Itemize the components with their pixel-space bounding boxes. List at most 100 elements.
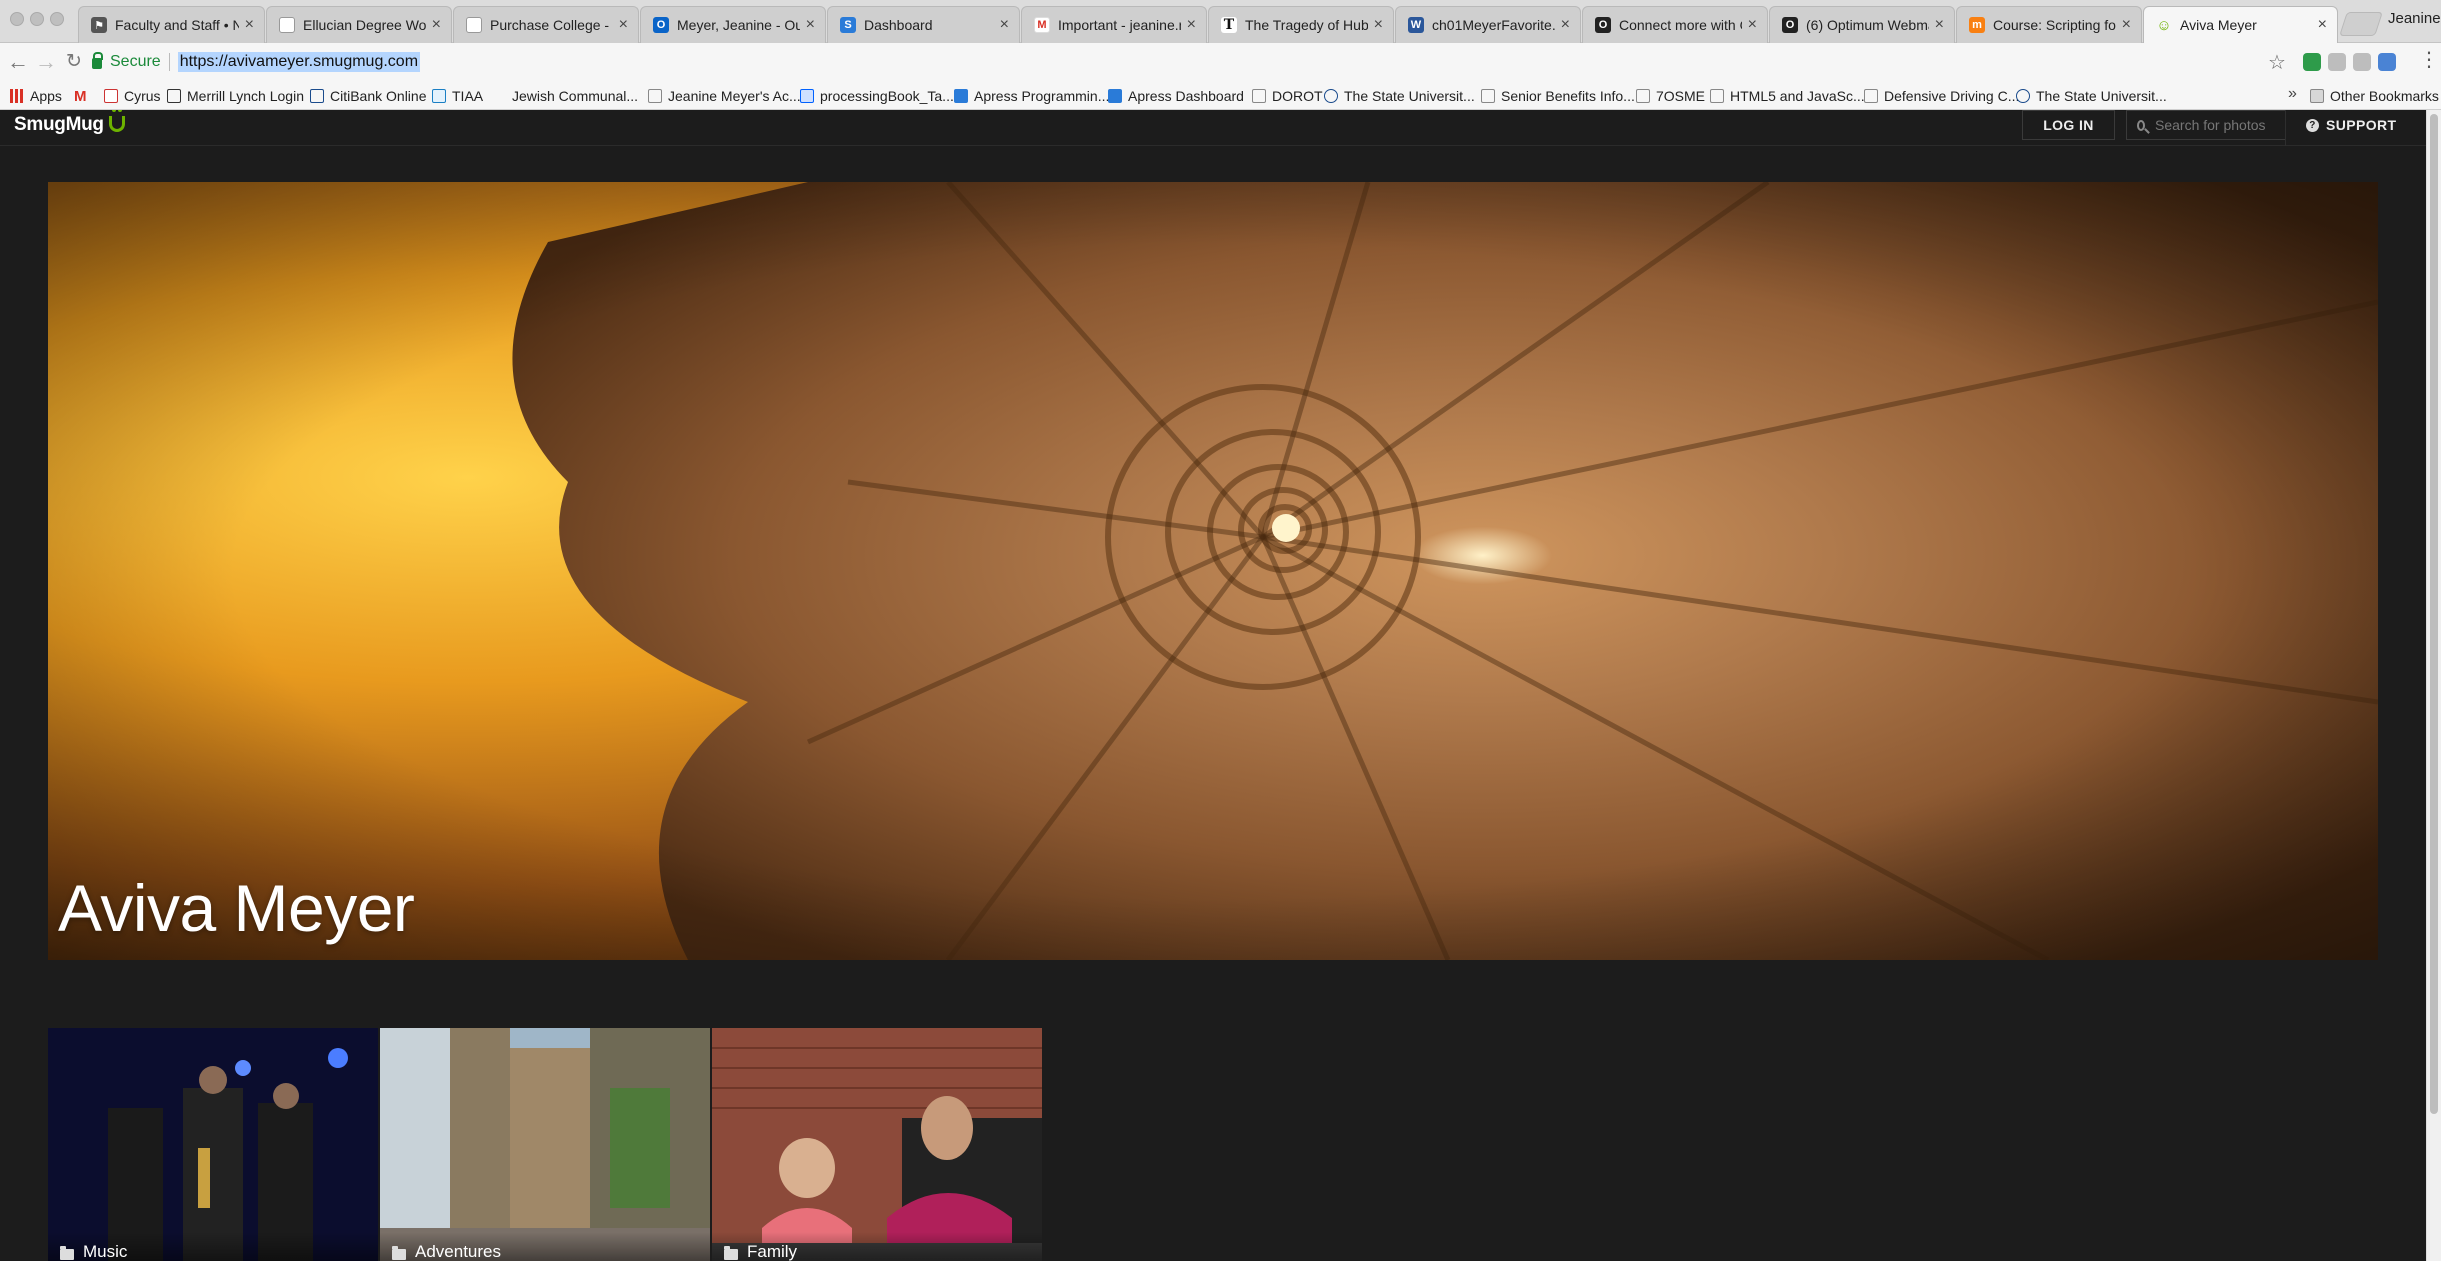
support-link[interactable]: ? SUPPORT [2306,110,2396,140]
tab-close-icon[interactable]: × [806,16,815,34]
bookmark-item[interactable]: The State Universit... [2016,86,2167,106]
tab-close-icon[interactable]: × [1187,16,1196,34]
folder-icon [2310,89,2324,103]
adventures-thumbnail [380,1028,710,1261]
browser-tab[interactable]: m Course: Scripting for the × [1956,6,2142,43]
profile-name[interactable]: Jeanine [2388,10,2441,27]
tab-close-icon[interactable]: × [2318,16,2327,34]
bookmark-item[interactable]: Defensive Driving C... [1864,86,2019,106]
family-thumbnail [712,1028,1042,1261]
tab-title: Connect more with Opt [1619,17,1742,33]
tab-title: Meyer, Jeanine - Outlook [677,17,800,33]
browser-tab[interactable]: S Dashboard × [827,6,1020,43]
browser-tab[interactable]: O (6) Optimum Webmail × [1769,6,1955,43]
extension-icon[interactable] [2353,53,2371,71]
bookmark-star-icon[interactable]: ☆ [2268,50,2286,75]
tab-close-icon[interactable]: × [1748,16,1757,34]
other-bookmarks[interactable]: Other Bookmarks [2310,86,2439,106]
bookmark-item[interactable]: CitiBank Online [310,86,427,106]
tab-close-icon[interactable]: × [1374,16,1383,34]
browser-menu-icon[interactable]: ⋮ [2419,47,2439,72]
tab-close-icon[interactable]: × [1935,16,1944,34]
bookmark-label: Other Bookmarks [2330,88,2439,104]
forward-arrow-icon[interactable]: → [34,49,58,75]
lock-icon [92,52,103,69]
tab-title: Purchase College - SUN [490,17,613,33]
tab-title: Faculty and Staff • New [115,17,239,33]
scrollbar-thumb[interactable] [2430,114,2438,1114]
bookmark-item[interactable]: The State Universit... [1324,86,1475,106]
bookmark-item[interactable]: DOROT [1252,86,1323,106]
browser-tab[interactable]: O Meyer, Jeanine - Outlook × [640,6,826,43]
tab-close-icon[interactable]: × [245,16,254,34]
bookmark-label: 7OSME [1656,88,1706,104]
browser-tab[interactable]: Purchase College - SUN × [453,6,639,43]
bookmark-item[interactable]: Apps [10,86,62,106]
window-zoom-button[interactable] [50,12,64,26]
browser-tab[interactable]: O Connect more with Opt × [1582,6,1768,43]
gallery-tile-adventures[interactable]: Adventures [380,1028,710,1261]
browser-tab[interactable]: ⚑ Faculty and Staff • New × [78,6,265,43]
tab-close-icon[interactable]: × [2122,16,2131,34]
help-icon: ? [2306,118,2319,132]
tab-title: Course: Scripting for the [1993,17,2116,33]
bookmark-item[interactable]: processingBook_Ta... [800,86,954,106]
folder-icon [60,1246,74,1260]
bookmark-item[interactable]: M [74,86,87,106]
word-icon: W [1408,17,1424,33]
gallery-tile-family[interactable]: Family [712,1028,1042,1261]
gallery-caption: Family [712,1232,1042,1261]
tab-close-icon[interactable]: × [432,16,441,34]
address-bar[interactable]: Secure https://avivameyer.smugmug.com [92,48,2277,75]
reload-icon[interactable]: ↻ [62,49,86,75]
bookmark-label: HTML5 and JavaSc... [1730,88,1865,104]
bookmark-item[interactable]: 7OSME [1636,86,1705,106]
apps-grid-icon [10,89,24,103]
s-icon: S [840,17,856,33]
bookmark-item[interactable]: Apress Programmin... [954,86,1109,106]
gallery-label: Adventures [415,1242,501,1261]
search-input[interactable] [2155,117,2285,133]
bookmark-item[interactable]: TIAA [432,86,483,106]
folder-icon [724,1246,738,1260]
doc-icon [648,89,662,103]
bookmark-item[interactable]: Cyrus [104,86,161,106]
tab-close-icon[interactable]: × [1000,16,1009,34]
browser-tab-active[interactable]: ☺ Aviva Meyer × [2143,6,2338,43]
gallery-tile-music[interactable]: Music [48,1028,378,1261]
page-scrollbar[interactable] [2426,110,2441,1261]
doc-icon [1636,89,1650,103]
bookmark-item[interactable]: Apress Dashboard [1108,86,1244,106]
tab-close-icon[interactable]: × [619,16,628,34]
flag-icon: ⚑ [91,17,107,33]
browser-tab[interactable]: M Important - jeanine.mey × [1021,6,1207,43]
tab-close-icon[interactable]: × [1561,16,1570,34]
doc-icon [1864,89,1878,103]
login-button[interactable]: LOG IN [2022,110,2115,140]
bookmark-item[interactable]: Jeanine Meyer's Ac... [648,86,801,106]
bookmark-item[interactable]: Jewish Communal... [492,86,638,106]
support-label: SUPPORT [2326,117,2397,133]
smugmug-logo[interactable]: SmugMug [14,110,125,140]
bookmark-item[interactable]: Senior Benefits Info... [1481,86,1635,106]
extension-icon[interactable] [2328,53,2346,71]
optimum-icon: O [1782,17,1798,33]
extension-icon[interactable] [2378,53,2396,71]
more-bookmarks-chevron-icon[interactable]: » [2288,85,2297,103]
photo-search[interactable] [2126,110,2286,140]
browser-tab[interactable]: Ellucian Degree Works × [266,6,452,43]
nyt-icon: T [1221,17,1237,33]
back-arrow-icon[interactable]: ← [6,49,30,75]
gallery-caption: Adventures [380,1232,710,1261]
url-text[interactable]: https://avivameyer.smugmug.com [177,51,421,72]
window-close-button[interactable] [10,12,24,26]
extension-icon[interactable] [2303,53,2321,71]
window-minimize-button[interactable] [30,12,44,26]
bookmark-item[interactable]: Merrill Lynch Login [167,86,304,106]
new-tab-button[interactable] [2339,12,2383,36]
browser-tab[interactable]: T The Tragedy of Hubert × [1208,6,1394,43]
browser-tab[interactable]: W ch01MeyerFavorite.doc × [1395,6,1581,43]
bookmark-item[interactable]: HTML5 and JavaSc... [1710,86,1865,106]
doc-icon [1481,89,1495,103]
header-divider [2285,110,2286,146]
